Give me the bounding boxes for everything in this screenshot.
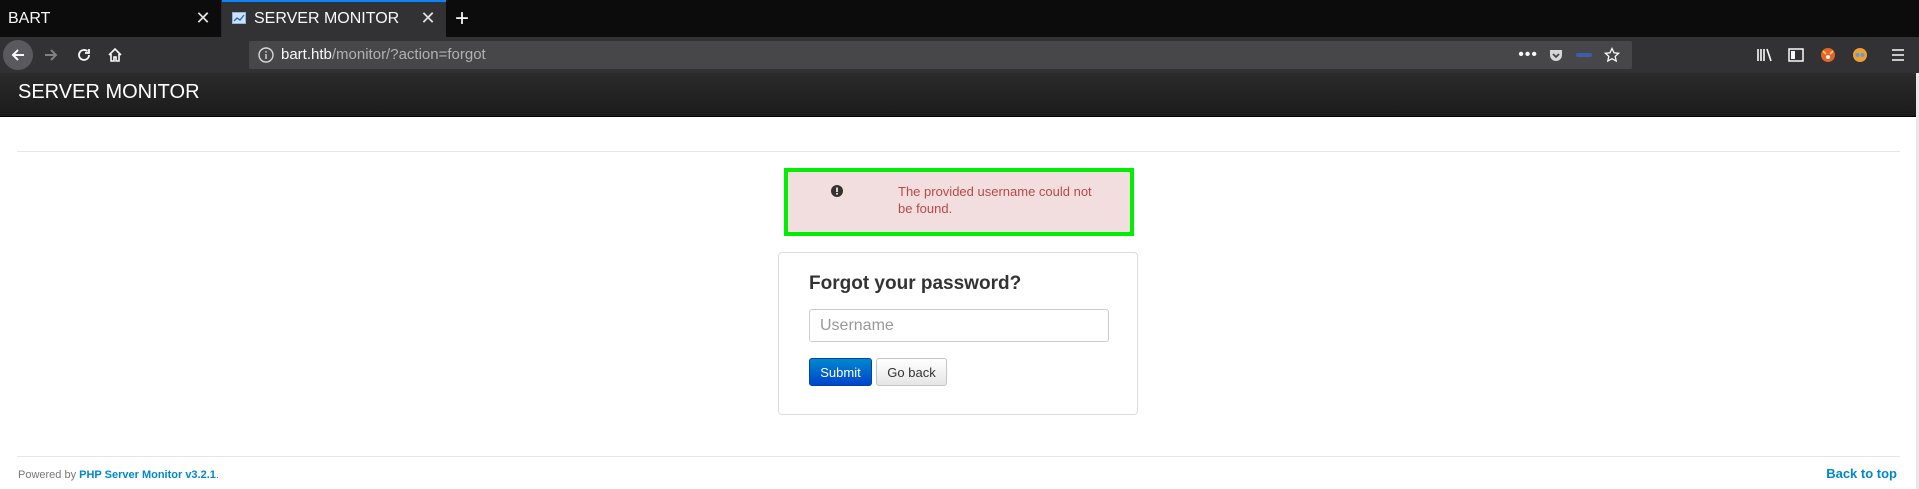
alert-message: The provided username could not be found… <box>898 184 1092 216</box>
menu-hamburger-icon[interactable] <box>1887 44 1909 66</box>
foxyproxy-icon[interactable] <box>1817 44 1839 66</box>
form-title: Forgot your password? <box>809 273 1022 294</box>
home-icon <box>108 47 122 62</box>
footer-divider <box>17 456 1900 457</box>
arrow-left-icon <box>11 49 24 61</box>
tab-title: BART <box>8 10 51 27</box>
url-host: bart.htb <box>281 46 332 63</box>
url-text: bart.htb/monitor/?action=forgot <box>281 41 486 69</box>
tab-title: SERVER MONITOR <box>254 10 400 27</box>
tab-server-monitor[interactable]: SERVER MONITOR ✕ <box>222 0 446 37</box>
arrow-right-icon <box>45 49 58 61</box>
reload-button[interactable] <box>69 40 99 70</box>
pocket-icon[interactable] <box>1548 47 1564 63</box>
divider <box>17 151 1900 152</box>
reload-icon <box>78 49 90 61</box>
username-input[interactable] <box>809 309 1109 342</box>
extension-icon[interactable] <box>1574 47 1594 63</box>
home-button[interactable] <box>100 40 130 70</box>
php-server-monitor-link[interactable]: PHP Server Monitor v3.2.1 <box>79 469 216 481</box>
url-bar[interactable]: bart.htb/monitor/?action=forgot ••• <box>249 41 1632 69</box>
close-tab-icon[interactable]: ✕ <box>195 0 211 37</box>
new-tab-icon[interactable]: + <box>455 0 469 37</box>
url-actions: ••• <box>1518 41 1620 69</box>
brand-title[interactable]: SERVER MONITOR <box>18 81 200 104</box>
browser-toolbar: bart.htb/monitor/?action=forgot ••• <box>0 37 1919 73</box>
site-header: SERVER MONITOR <box>0 73 1919 117</box>
powered-by-text: Powered by PHP Server Monitor v3.2.1. <box>18 469 219 481</box>
go-back-button[interactable]: Go back <box>876 358 947 386</box>
wappalyzer-icon[interactable] <box>1849 44 1871 66</box>
page-actions-icon[interactable]: ••• <box>1518 41 1538 69</box>
sidebar-icon[interactable] <box>1785 44 1807 66</box>
page-favicon-icon <box>232 12 246 24</box>
close-tab-icon[interactable]: ✕ <box>420 2 436 35</box>
submit-button[interactable]: Submit <box>809 358 872 386</box>
powered-suffix: . <box>215 469 219 481</box>
info-icon[interactable] <box>256 45 276 65</box>
back-button[interactable] <box>3 40 33 70</box>
exclamation-circle-icon <box>831 185 843 197</box>
url-path: /monitor/?action=forgot <box>331 46 486 63</box>
library-icon[interactable] <box>1754 44 1776 66</box>
bookmark-star-icon[interactable] <box>1604 47 1620 63</box>
tab-bart[interactable]: BART ✕ <box>0 0 222 37</box>
forward-button[interactable] <box>36 40 66 70</box>
powered-prefix: Powered by <box>18 469 80 481</box>
forgot-password-panel: Forgot your password? Submit Go back <box>778 252 1138 415</box>
back-to-top-link[interactable]: Back to top <box>1826 466 1897 481</box>
browser-tab-strip: BART ✕ SERVER MONITOR ✕ + <box>0 0 1919 37</box>
error-alert: The provided username could not be found… <box>784 168 1134 236</box>
